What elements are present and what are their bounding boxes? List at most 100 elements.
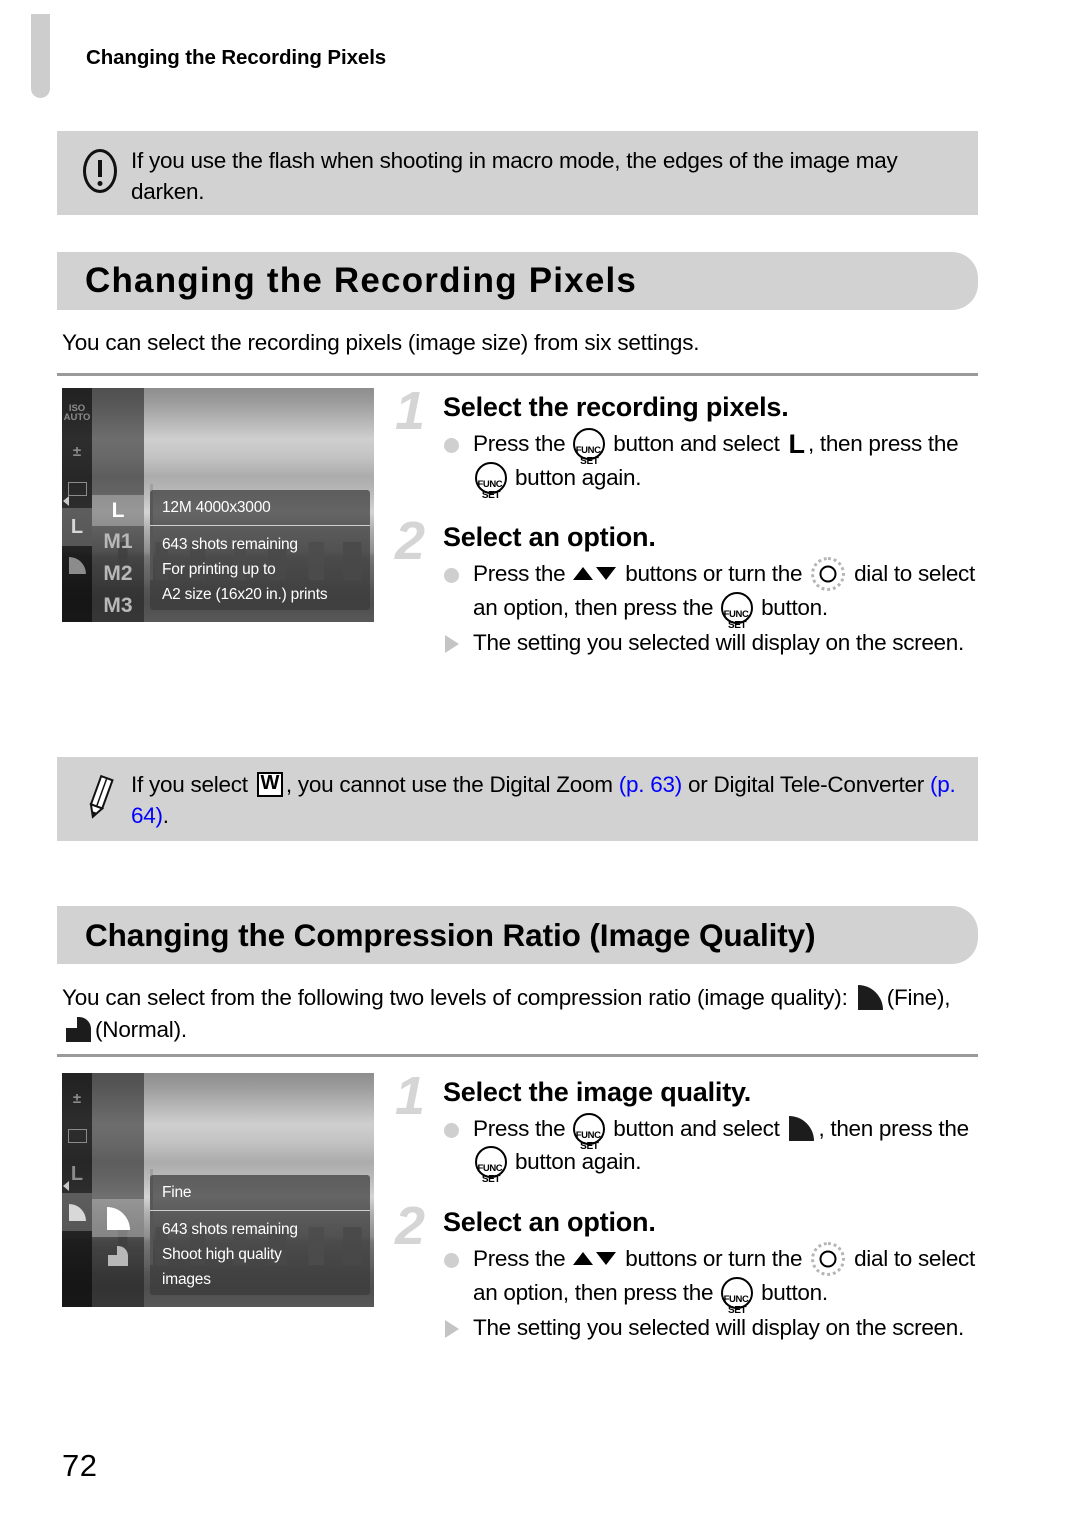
func-set-button-icon: FUNC. SET [721,592,754,631]
step-bullet-line: Press the FUNC. SET button and select , t… [443,1112,985,1185]
step-text: Press the [473,431,572,456]
exclamation-in-ellipse-icon [69,145,131,193]
section2-intro-lead: You can select from the following two le… [62,985,854,1010]
lcd-info-title: Fine [150,1175,370,1211]
section1-title: Changing the Recording Pixels [85,261,638,300]
step-title: Select an option. [443,522,656,552]
page-number: 72 [62,1448,98,1483]
step-title: Select an option. [443,1207,656,1237]
step-title: Select the image quality. [443,1077,752,1107]
section2-intro-normal-label: (Normal). [95,1017,187,1042]
section1-intro: You can select the recording pixels (ima… [62,330,700,355]
set-label: SET [481,1173,501,1185]
control-dial-icon [811,557,846,591]
lcd-icon-compression [62,546,92,584]
note-text: If you select , you cannot use the Digit… [131,769,978,831]
chapter-tab-marker [31,14,50,98]
note-text-part: , you cannot use the Digital Zoom [285,772,619,797]
lcd-info-title: 12M 4000x3000 [150,490,370,526]
lcd-info-body: 643 shots remaining Shoot high quality i… [150,1211,370,1295]
step-result-line: The setting you selected will display on… [443,626,985,659]
lcd-option-normal [92,1237,144,1275]
step-select-recording-pixels: 1 Select the recording pixels. Press the… [395,384,985,501]
lcd-info-line-3: A2 size (16x20 in.) prints [162,586,328,603]
fine-quality-icon [857,985,883,1010]
step-bullet-line: Press the buttons or turn the dial to se… [443,557,985,631]
pencil-icon [69,769,131,821]
set-label: SET [580,1140,599,1152]
section-heading-compression-ratio: Changing the Compression Ratio (Image Qu… [57,906,978,964]
section2-intro-fine-label: (Fine), [886,985,951,1010]
widescreen-w-icon [256,771,283,797]
page-link-63[interactable]: (p. 63) [619,772,683,797]
lcd-icon-exposure-compensation: ± [72,1089,82,1107]
set-label: SET [481,489,501,501]
note-callout: If you select , you cannot use the Digit… [57,757,978,841]
lcd-icon-iso-auto: ISO AUTO [62,394,92,432]
lcd-info-line-2: Shoot high quality [162,1246,282,1263]
lcd-option-column [92,1073,144,1307]
func-set-button-icon: FUNC. SET [721,1277,754,1316]
set-label: SET [580,455,599,467]
fine-quality-icon [789,1116,815,1141]
lcd-icon-recording-pixels: L [62,508,92,546]
divider-rule-2 [57,1054,978,1057]
lcd-info-line-1: 643 shots remaining [162,536,298,553]
step-select-an-option-pixels: 2 Select an option. Press the buttons or… [395,514,985,661]
note-text-part: or Digital Tele-Converter [682,772,930,797]
func-set-button-icon: FUNC. SET [475,1146,507,1185]
step-result-line: The setting you selected will display on… [443,1311,985,1344]
step-bullet-line: Press the buttons or turn the dial to se… [443,1242,985,1316]
warning-callout: If you use the flash when shooting in ma… [57,131,978,215]
step-body: Press the buttons or turn the dial to se… [443,1242,985,1344]
step-body: Press the FUNC. SET button and select , t… [443,1112,985,1185]
step-text: Press the [473,1246,572,1271]
lcd-icon-compression [62,1193,92,1231]
func-set-button-icon: FUNC. SET [573,1113,606,1152]
section2-title: Changing the Compression Ratio (Image Qu… [85,916,816,953]
step-select-an-option-quality: 2 Select an option. Press the buttons or… [395,1199,985,1346]
step-text: button. [755,595,828,620]
func-set-button-icon: FUNC. SET [573,428,606,467]
lcd-option-M3: M3 [103,594,133,618]
step-number: 1 [395,381,426,441]
lcd-icon-white-balance [62,1117,92,1155]
lcd-option-L: L [92,494,144,527]
lcd-info-line-2: For printing up to [162,561,276,578]
divider-rule-1 [57,373,978,376]
lcd-option-fine [92,1199,144,1237]
step-bullet-line: Press the FUNC. SET button and select L, … [443,427,985,501]
lcd-icon-exposure-compensation: ± [72,442,82,460]
step-title: Select the recording pixels. [443,392,789,422]
step-text: Press the [473,1116,572,1141]
step-text: Press the [473,561,572,586]
func-set-button-icon: FUNC. SET [475,462,507,501]
lcd-info-line-3: images [162,1271,211,1288]
step-number: 2 [395,511,426,571]
lcd-info-line-1: 643 shots remaining [162,1221,298,1238]
step-text: button and select [607,431,786,456]
lcd-option-M1: M1 [103,530,133,554]
step-body: Press the buttons or turn the dial to se… [443,557,985,659]
camera-screen-image-quality: ± L Fine 643 shots remaining Shoot high … [62,1073,374,1307]
warning-text: If you use the flash when shooting in ma… [131,148,898,204]
step-number: 2 [395,1196,426,1256]
camera-screen-recording-pixels: ISO AUTO ± L L M1 M2 M3 12M 4000x3000 64… [62,388,374,622]
step-number: 1 [395,1066,426,1126]
up-down-buttons-icon [573,1248,617,1268]
section-heading-recording-pixels: Changing the Recording Pixels [57,252,978,310]
step-text: , then press the [818,1116,969,1141]
step-body: Press the FUNC. SET button and select L, … [443,427,985,501]
lcd-option-column: L M1 M2 M3 [92,388,144,622]
step-text: buttons or turn the [619,561,809,586]
note-text-part: If you select [131,772,254,797]
step-text: button and select [607,1116,786,1141]
lcd-left-arrow-icon [63,496,69,506]
step-text: , then press the [807,431,959,456]
step-text: button. [755,1280,828,1305]
pencil-icon-svg [89,774,114,819]
normal-quality-icon [66,1017,91,1042]
lcd-info-body: 643 shots remaining For printing up to A… [150,526,370,610]
note-text-part: . [162,803,169,828]
running-header: Changing the Recording Pixels [86,46,387,69]
